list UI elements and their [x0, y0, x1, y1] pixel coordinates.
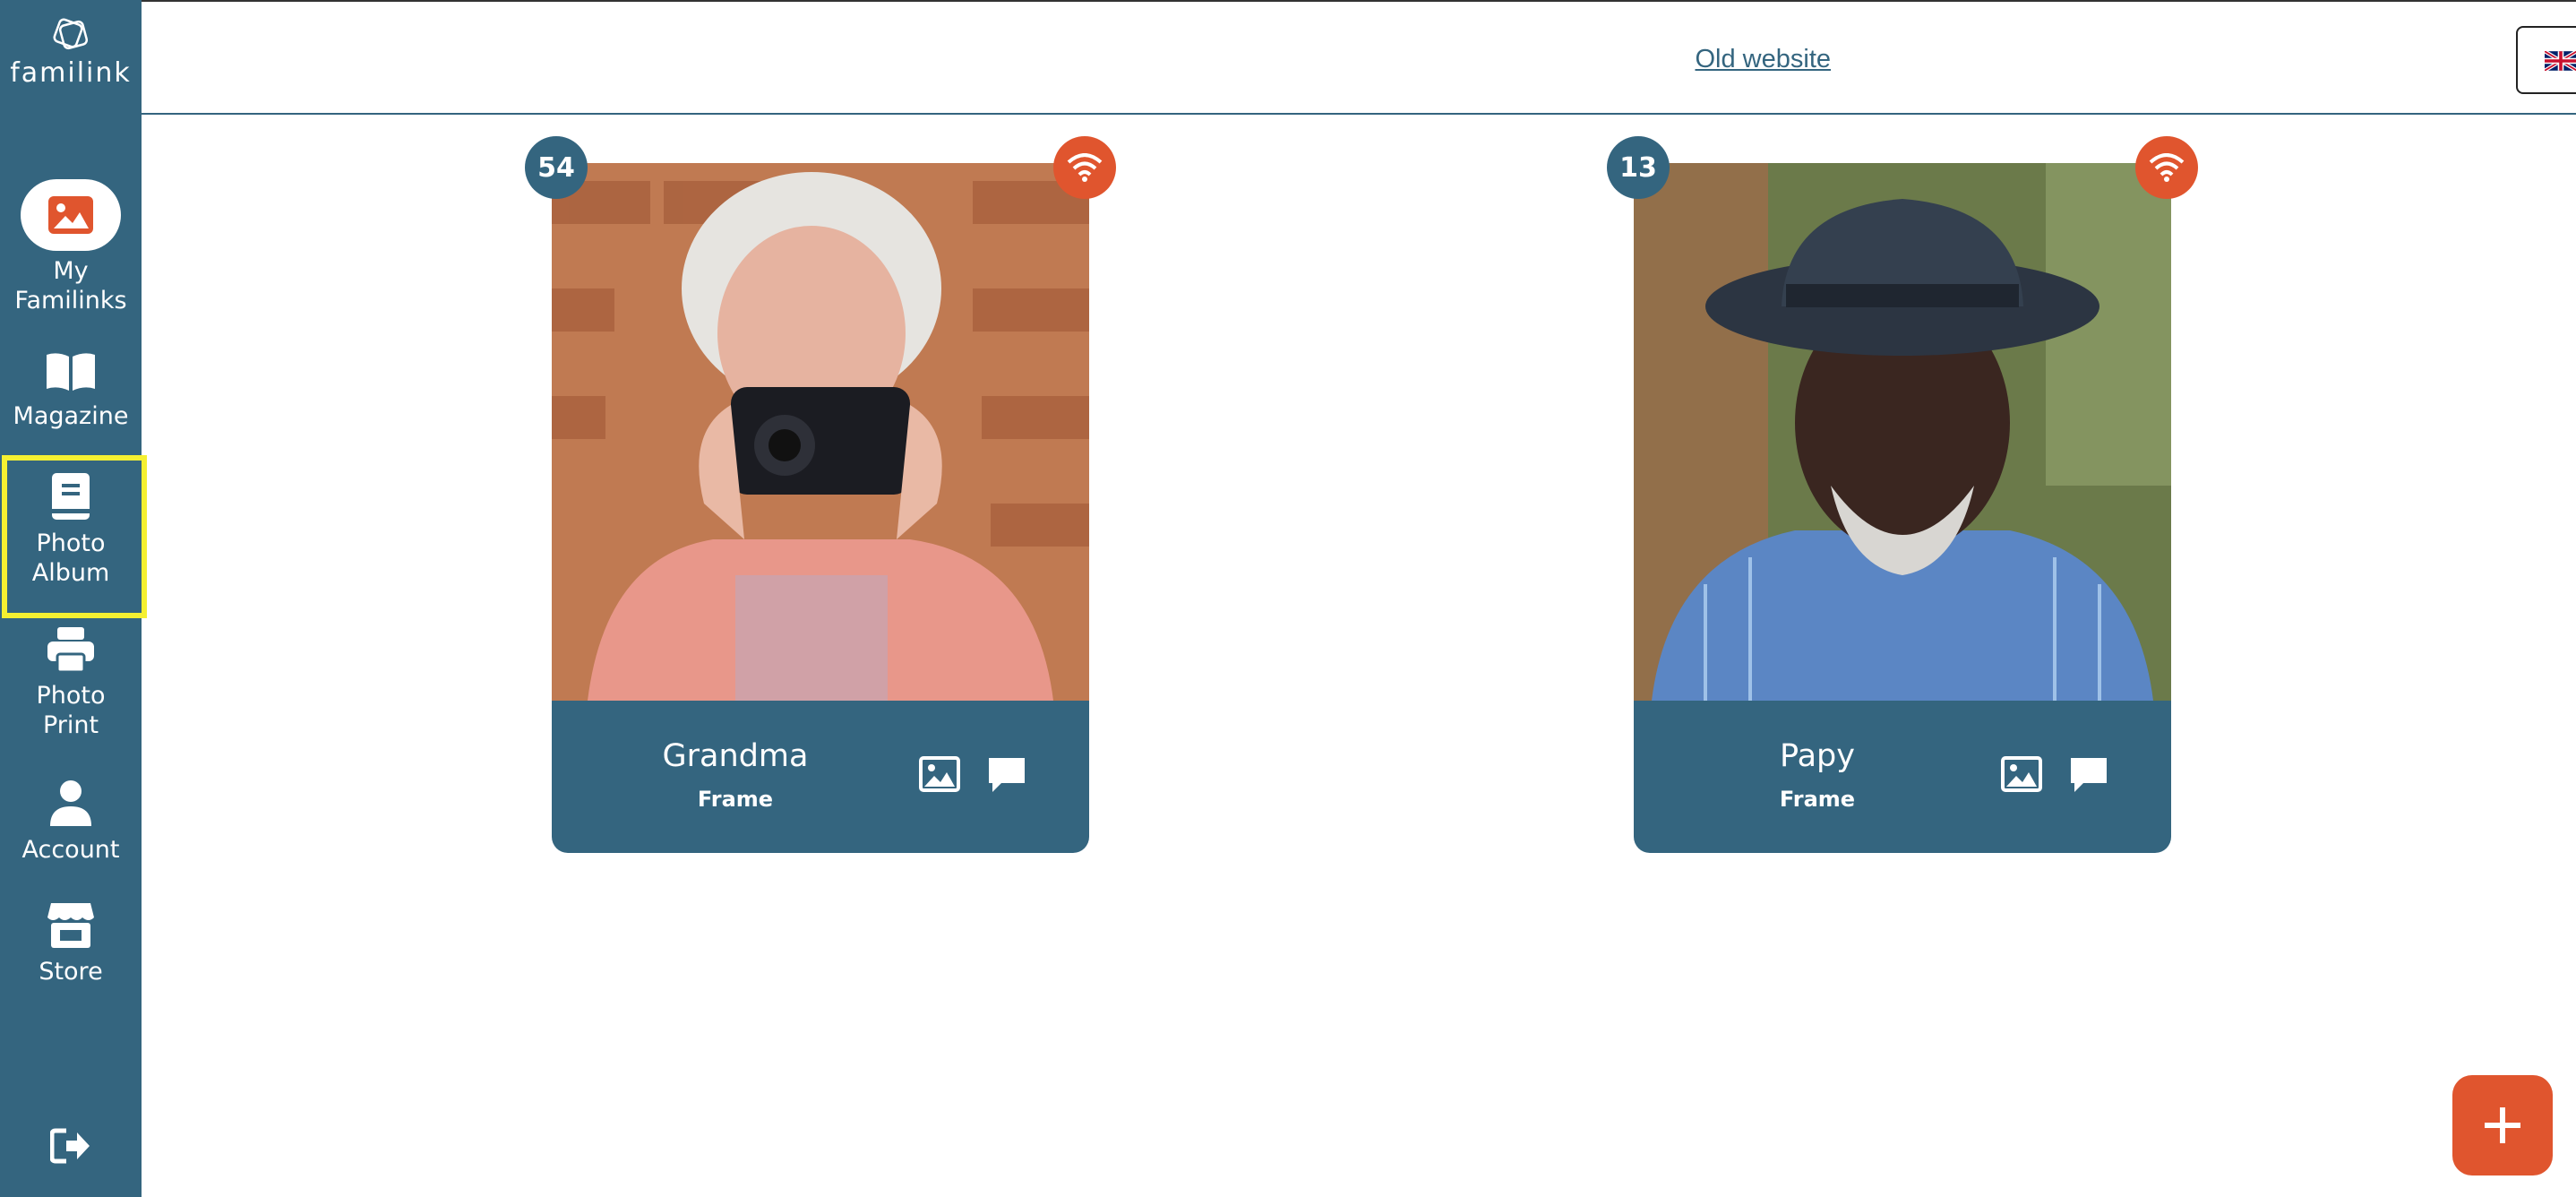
sidebar-item-label: Account	[21, 836, 120, 864]
familink-logo-icon	[53, 18, 89, 50]
familink-logo[interactable]: familink	[0, 16, 142, 91]
chat-bubble-icon	[989, 758, 1025, 792]
connection-status-badge	[2135, 136, 2198, 199]
image-icon	[919, 756, 960, 792]
frame-card[interactable]: 13 Papy Frame	[1607, 136, 2198, 853]
store-icon	[47, 903, 94, 948]
frame-card[interactable]: 54 Grandma Frame	[525, 136, 1116, 853]
send-message-button[interactable]	[987, 756, 1032, 797]
sidebar-item-label: Print	[42, 711, 99, 739]
send-message-button[interactable]	[2069, 756, 2114, 797]
connection-status-badge	[1053, 136, 1116, 199]
logout-icon	[50, 1128, 90, 1164]
top-header: Old website ?	[142, 0, 2576, 115]
photo-count-badge: 54	[525, 136, 588, 199]
send-photo-button[interactable]	[919, 756, 964, 797]
sidebar-item-label: Photo	[36, 682, 106, 710]
active-pill	[21, 179, 121, 251]
frame-name: Papy	[1780, 738, 1855, 774]
sidebar-item-my-familinks[interactable]: My Familinks	[0, 179, 142, 315]
add-frame-button[interactable]	[2452, 1075, 2553, 1175]
sidebar-item-store[interactable]: Store	[0, 903, 142, 986]
user-icon	[50, 780, 91, 826]
photo-grandma-image	[552, 163, 1089, 701]
plus-icon	[2485, 1107, 2520, 1143]
book-open-icon	[47, 353, 95, 391]
printer-icon	[47, 627, 94, 672]
frame-photo-grandma[interactable]	[552, 163, 1089, 701]
frame-photo-papy[interactable]	[1634, 163, 2171, 701]
frame-card-footer: Grandma Frame	[552, 701, 1089, 853]
sidebar-item-account[interactable]: Account	[0, 779, 142, 865]
image-icon	[2001, 756, 2042, 792]
frame-type: Frame	[1779, 787, 1856, 812]
chat-bubble-icon	[2071, 758, 2107, 792]
sidebar-item-label: My	[53, 257, 89, 285]
highlight-box	[2, 455, 147, 618]
image-icon	[48, 196, 93, 234]
language-select[interactable]	[2516, 26, 2576, 94]
photo-count-badge: 13	[1607, 136, 1670, 199]
wifi-icon	[2149, 153, 2185, 182]
uk-flag-icon	[2545, 51, 2576, 71]
frame-card-footer: Papy Frame	[1634, 701, 2171, 853]
old-website-link[interactable]: Old website	[1695, 45, 1831, 74]
sidebar: familink My Familinks Magazine Photo Alb…	[0, 0, 147, 1197]
frame-type: Frame	[697, 787, 774, 812]
photo-papy-image	[1634, 163, 2171, 701]
logout-button[interactable]	[0, 1127, 142, 1165]
sidebar-item-label: Magazine	[13, 402, 129, 430]
frame-name: Grandma	[662, 738, 809, 774]
logo-text: familink	[10, 57, 132, 89]
sidebar-item-photo-print[interactable]: Photo Print	[0, 627, 142, 740]
wifi-icon	[1067, 153, 1103, 182]
sidebar-item-label: Familinks	[14, 287, 127, 314]
sidebar-item-magazine[interactable]: Magazine	[0, 351, 142, 431]
send-photo-button[interactable]	[2001, 756, 2046, 797]
sidebar-item-label: Store	[39, 958, 103, 986]
